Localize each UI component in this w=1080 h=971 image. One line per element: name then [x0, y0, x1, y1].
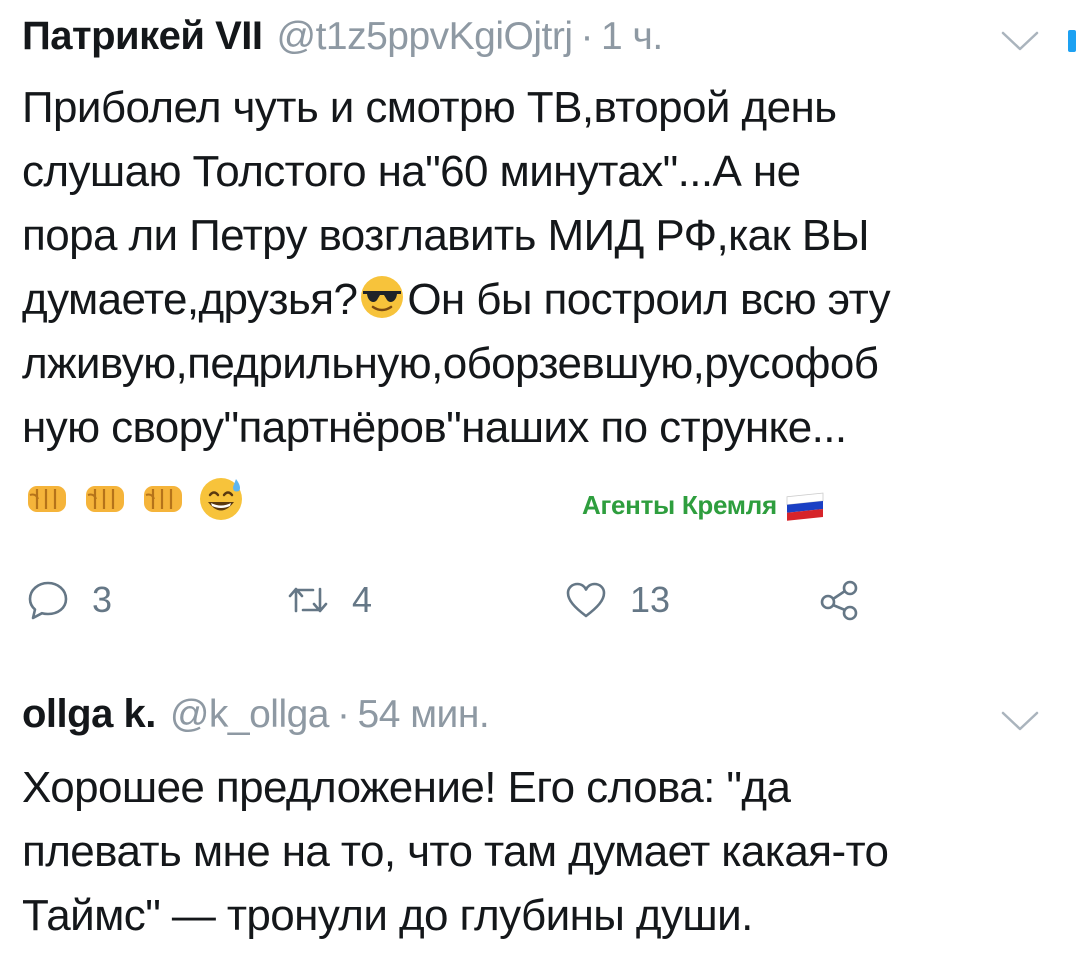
retweet-button[interactable]: 4	[286, 570, 372, 630]
tweet-text-line: Приболел чуть и смотрю ТВ,второй день	[22, 83, 837, 132]
tweet-text: Приболел чуть и смотрю ТВ,второй день сл…	[22, 76, 1062, 460]
tweet[interactable]: Патрикей VII @t1z5ppvKgiOjtrj · 1 ч. При…	[0, 0, 1080, 660]
separator-dot: ·	[580, 15, 594, 58]
reply-button[interactable]: 3	[26, 570, 112, 630]
tweet-text-segment: думаете,друзья?	[22, 275, 358, 324]
oncoming-fist-emoji-icon	[86, 486, 124, 512]
user-handle[interactable]: @k_ollga	[170, 693, 330, 737]
chevron-down-icon[interactable]	[1000, 30, 1040, 52]
oncoming-fist-emoji-icon	[28, 486, 66, 512]
tweet-text-line: Таймс" — тронули до глубины души.	[22, 891, 753, 940]
heart-icon	[566, 582, 606, 618]
reply-icon	[28, 581, 68, 620]
timestamp[interactable]: 54 мин.	[358, 693, 490, 737]
display-name[interactable]: Патрикей VII	[22, 14, 263, 59]
emoji-row	[22, 468, 246, 528]
tweet-header: ollga k. @k_ollga · 54 мин.	[22, 692, 490, 752]
watermark: Агенты Кремля	[582, 490, 825, 521]
tweet-text-segment: Он бы построил всю эту	[407, 275, 891, 324]
tweet-header: Патрикей VII @t1z5ppvKgiOjtrj · 1 ч.	[22, 14, 663, 74]
tweet-text-line: думаете,друзья? Он бы построил всю эту	[22, 268, 1062, 332]
tweet-actions: 3 4 13	[0, 570, 1080, 630]
tweet-text: Хорошее предложение! Его слова: "да плев…	[22, 756, 1062, 948]
tweet-text-line: Хорошее предложение! Его слова: "да	[22, 763, 791, 812]
scroll-indicator	[1068, 30, 1076, 52]
tweet-text-line: слушаю Толстого на"60 минутах"...А не	[22, 147, 801, 196]
sunglasses-emoji-icon	[361, 276, 404, 318]
tweet-text-line: лживую,педрильную,оборзевшую,русофоб	[22, 339, 879, 388]
separator-dot: ·	[337, 693, 350, 736]
retweet-count: 4	[352, 579, 373, 620]
tweet-text-line: плевать мне на то, что там думает какая-…	[22, 827, 889, 876]
tweet-text-line: ную свору"партнёров"наших по струнке...	[22, 403, 847, 452]
chevron-down-icon[interactable]	[1000, 710, 1040, 732]
display-name[interactable]: ollga k.	[22, 692, 156, 737]
tweet[interactable]: ollga k. @k_ollga · 54 мин. Хорошее пред…	[0, 680, 1080, 971]
grinning-sweat-emoji-icon	[200, 478, 242, 520]
share-button[interactable]	[818, 570, 862, 630]
like-button[interactable]: 13	[564, 570, 670, 630]
reply-count: 3	[92, 579, 113, 620]
retweet-icon	[288, 587, 328, 613]
share-icon	[820, 580, 858, 621]
tweet-text-line: пора ли Петру возглавить МИД РФ,как ВЫ	[22, 211, 870, 260]
russian-flag-icon	[786, 492, 824, 521]
oncoming-fist-emoji-icon	[144, 486, 182, 512]
user-handle[interactable]: @t1z5ppvKgiOjtrj	[276, 15, 573, 59]
like-count: 13	[630, 579, 671, 620]
timestamp[interactable]: 1 ч.	[601, 15, 663, 59]
watermark-text: Агенты Кремля	[582, 490, 777, 520]
